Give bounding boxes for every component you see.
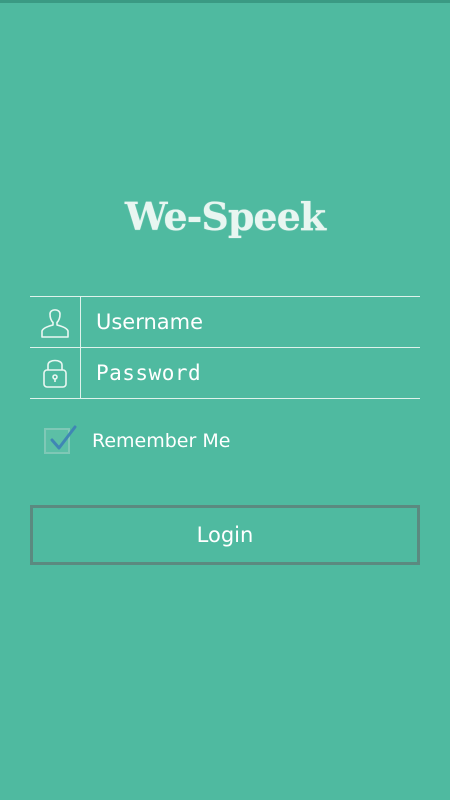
lock-icon	[30, 348, 81, 398]
username-input[interactable]	[96, 297, 414, 347]
username-row	[30, 296, 420, 347]
user-icon	[30, 297, 81, 347]
password-row	[30, 347, 420, 399]
remember-me-checkbox[interactable]	[44, 425, 77, 454]
status-bar	[0, 0, 450, 3]
login-button[interactable]: Login	[30, 505, 420, 565]
login-form	[30, 296, 420, 399]
remember-me-label: Remember Me	[92, 430, 231, 452]
check-mark-icon	[50, 425, 77, 450]
app-logo: We-Speek	[124, 194, 326, 239]
remember-me[interactable]: Remember Me	[44, 425, 231, 454]
password-input[interactable]	[96, 348, 414, 398]
